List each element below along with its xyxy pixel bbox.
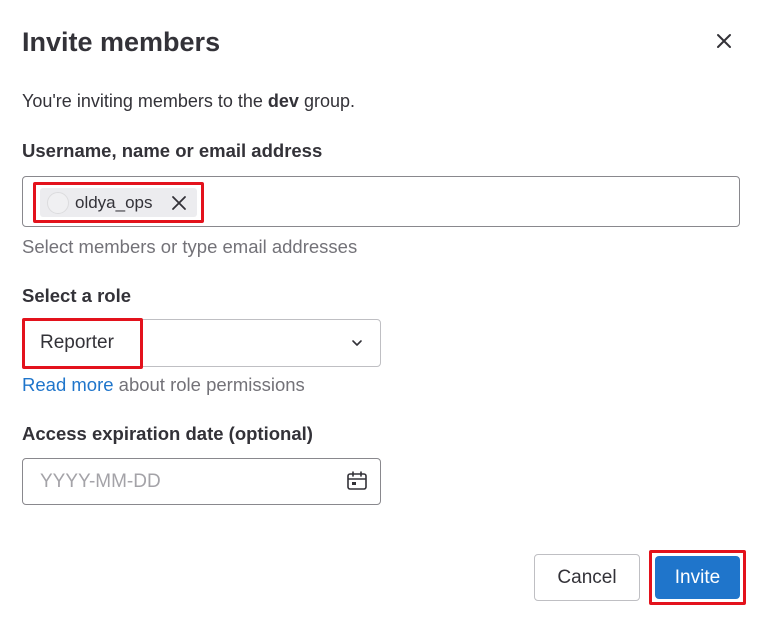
- member-token-name: oldya_ops: [75, 192, 153, 212]
- read-more-link[interactable]: Read more: [22, 374, 114, 395]
- members-label: Username, name or email address: [22, 140, 323, 161]
- group-name: dev: [267, 91, 299, 111]
- cancel-button[interactable]: Cancel: [534, 554, 640, 601]
- expiration-label: Access expiration date (optional): [22, 423, 313, 444]
- role-help-text: Read more about role permissions: [22, 373, 305, 397]
- read-more-suffix: about role permissions: [113, 374, 305, 395]
- modal-title: Invite members: [22, 27, 221, 57]
- intro-text: You're inviting members to the dev group…: [22, 89, 355, 113]
- token-remove-icon[interactable]: [171, 195, 187, 211]
- chevron-down-icon: [352, 340, 362, 346]
- members-help-text: Select members or type email addresses: [22, 236, 358, 257]
- avatar: [47, 191, 69, 214]
- invite-button[interactable]: Invite: [655, 556, 740, 599]
- role-label: Select a role: [22, 285, 132, 306]
- member-token-highlight: oldya_ops: [33, 182, 204, 223]
- calendar-icon[interactable]: [346, 470, 368, 492]
- close-icon[interactable]: [712, 29, 736, 53]
- intro-prefix: You're inviting members to the: [22, 91, 268, 111]
- intro-suffix: group.: [298, 91, 355, 111]
- expiration-date-placeholder: YYYY-MM-DD: [40, 471, 161, 492]
- role-select-value: Reporter: [40, 332, 114, 353]
- member-token: oldya_ops: [40, 188, 197, 217]
